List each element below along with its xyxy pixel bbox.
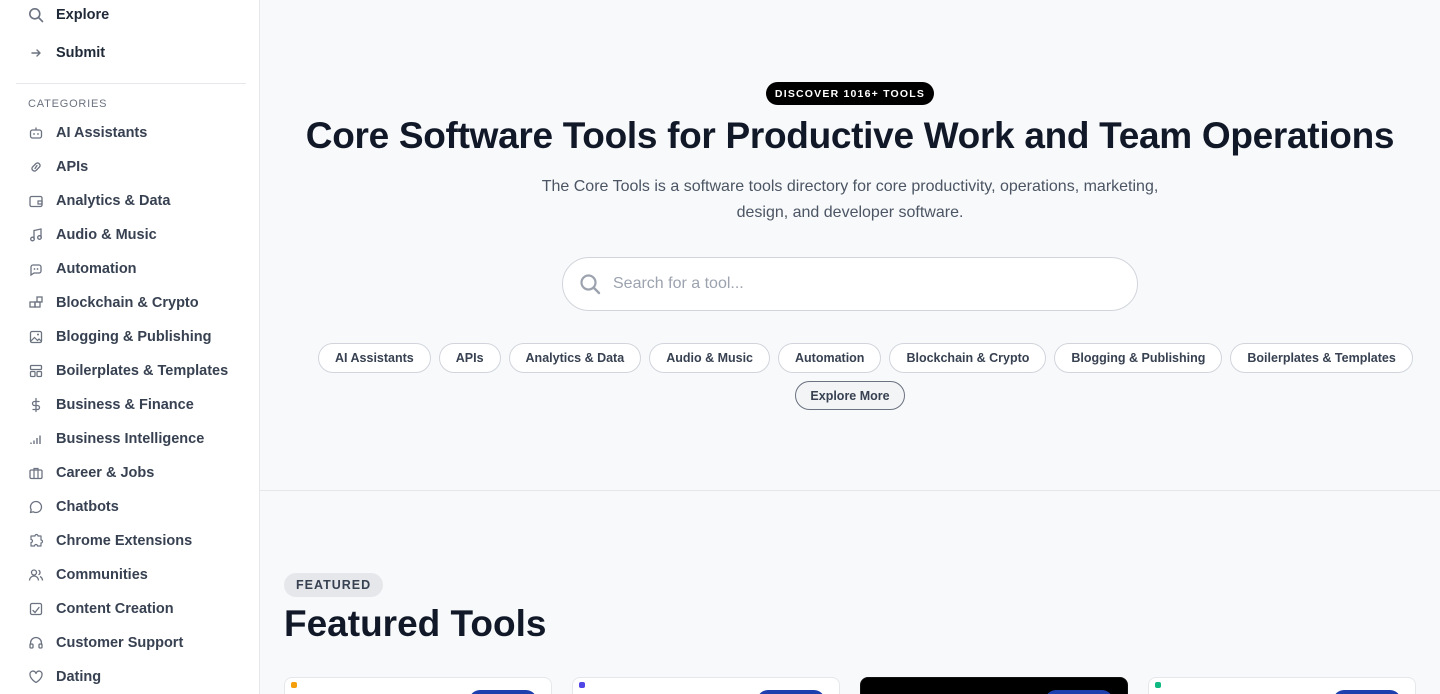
sidebar-item-label: Chrome Extensions — [56, 533, 193, 549]
tool-card[interactable] — [1148, 677, 1416, 694]
sidebar-item-analytics-data[interactable]: Analytics & Data — [28, 189, 170, 213]
chip-automation[interactable]: Automation — [778, 343, 882, 373]
edit-image-icon — [28, 601, 44, 617]
wallet-icon — [28, 193, 44, 209]
search-icon — [579, 273, 601, 295]
sidebar-item-business-intelligence[interactable]: Business Intelligence — [28, 427, 204, 451]
briefcase-icon — [28, 465, 44, 481]
sidebar-item-label: Communities — [56, 567, 148, 583]
sidebar-item-label: Content Creation — [56, 601, 174, 617]
chip-apis[interactable]: APIs — [438, 343, 501, 373]
sidebar-item-label: Chatbots — [56, 499, 119, 515]
heart-icon — [28, 669, 44, 685]
hero-section: DISCOVER 1016+ TOOLS Core Software Tools… — [260, 0, 1440, 491]
chip-analytics-data[interactable]: Analytics & Data — [508, 343, 642, 373]
headset-icon — [28, 635, 44, 651]
chip-audio-music[interactable]: Audio & Music — [649, 343, 770, 373]
chip-boilerplates-templates[interactable]: Boilerplates & Templates — [1230, 343, 1413, 373]
users-icon — [28, 567, 44, 583]
hero-subtitle-line-2: design, and developer software. — [736, 204, 964, 221]
sidebar-item-label: Boilerplates & Templates — [56, 363, 229, 379]
nav-explore-label: Explore — [56, 7, 110, 23]
sidebar-divider — [16, 83, 246, 84]
sidebar-item-customer-support[interactable]: Customer Support — [28, 631, 183, 655]
search-input[interactable] — [613, 275, 1093, 293]
featured-title: Featured Tools — [284, 603, 547, 644]
sidebar-item-apis[interactable]: APIs — [28, 155, 88, 179]
card-action-button[interactable] — [469, 690, 537, 694]
chat-bubble-icon — [28, 499, 44, 515]
sidebar-item-label: Business & Finance — [56, 397, 194, 413]
sidebar-item-chatbots[interactable]: Chatbots — [28, 495, 119, 519]
sidebar-item-dating[interactable]: Dating — [28, 665, 101, 689]
sidebar-item-label: Analytics & Data — [56, 193, 171, 209]
blocks-icon — [28, 295, 44, 311]
sidebar-item-communities[interactable]: Communities — [28, 563, 148, 587]
sidebar-item-label: Automation — [56, 261, 137, 277]
nav-submit[interactable]: Submit — [28, 41, 105, 65]
chip-ai-assistants[interactable]: AI Assistants — [318, 343, 431, 373]
explore-more-button[interactable]: Explore More — [795, 381, 905, 410]
card-action-button[interactable] — [757, 690, 825, 694]
sidebar-item-business-finance[interactable]: Business & Finance — [28, 393, 194, 417]
sidebar-item-label: Blockchain & Crypto — [56, 295, 199, 311]
tools-count-badge: DISCOVER 1016+ TOOLS — [766, 82, 934, 105]
search-icon — [28, 7, 44, 23]
sidebar-item-blockchain-crypto[interactable]: Blockchain & Crypto — [28, 291, 199, 315]
main-content: DISCOVER 1016+ TOOLS Core Software Tools… — [260, 0, 1440, 694]
tool-card[interactable] — [284, 677, 552, 694]
chip-blockchain-crypto[interactable]: Blockchain & Crypto — [889, 343, 1047, 373]
image-icon — [28, 329, 44, 345]
sidebar-item-automation[interactable]: Automation — [28, 257, 137, 281]
signal-icon — [28, 431, 44, 447]
card-logo — [1155, 682, 1161, 688]
arrow-right-icon — [28, 45, 44, 61]
robot-icon — [28, 261, 44, 277]
tool-card[interactable] — [860, 677, 1128, 694]
categories-heading: CATEGORIES — [28, 98, 108, 110]
sidebar-item-boilerplates-templates[interactable]: Boilerplates & Templates — [28, 359, 228, 383]
hero-subtitle-line-1: The Core Tools is a software tools direc… — [541, 178, 1159, 195]
sidebar-item-label: APIs — [56, 159, 89, 175]
sidebar-item-label: Audio & Music — [56, 227, 157, 243]
sidebar-item-blogging-publishing[interactable]: Blogging & Publishing — [28, 325, 211, 349]
sidebar-item-audio-music[interactable]: Audio & Music — [28, 223, 157, 247]
featured-tag: FEATURED — [284, 573, 384, 597]
card-action-button[interactable] — [1045, 690, 1113, 694]
nav-submit-label: Submit — [56, 45, 106, 61]
card-logo — [579, 682, 585, 688]
sidebar: Explore Submit CATEGORIES AI Assistants … — [0, 0, 260, 694]
sidebar-item-label: Career & Jobs — [56, 465, 155, 481]
chip-blogging-publishing[interactable]: Blogging & Publishing — [1054, 343, 1223, 373]
puzzle-icon — [28, 533, 44, 549]
template-icon — [28, 363, 44, 379]
sidebar-item-career-jobs[interactable]: Career & Jobs — [28, 461, 154, 485]
bot-icon — [28, 125, 44, 141]
sidebar-item-label: Customer Support — [56, 635, 184, 651]
dollar-icon — [28, 397, 44, 413]
sidebar-item-chrome-extensions[interactable]: Chrome Extensions — [28, 529, 192, 553]
card-logo — [291, 682, 297, 688]
sidebar-item-label: Business Intelligence — [56, 431, 205, 447]
page-title: Core Software Tools for Productive Work … — [305, 115, 1395, 156]
sidebar-item-label: AI Assistants — [56, 125, 148, 141]
hero-subtitle: The Core Tools is a software tools direc… — [530, 174, 1170, 226]
search-box[interactable] — [562, 257, 1138, 311]
tool-card[interactable] — [572, 677, 840, 694]
sidebar-item-content-creation[interactable]: Content Creation — [28, 597, 174, 621]
sidebar-item-label: Dating — [56, 669, 102, 685]
category-chips: AI Assistants APIs Analytics & Data Audi… — [318, 343, 1413, 373]
sidebar-item-ai-assistants[interactable]: AI Assistants — [28, 121, 147, 145]
sidebar-item-label: Blogging & Publishing — [56, 329, 212, 345]
music-icon — [28, 227, 44, 243]
nav-explore[interactable]: Explore — [28, 3, 109, 27]
card-action-button[interactable] — [1333, 690, 1401, 694]
link-icon — [28, 159, 44, 175]
